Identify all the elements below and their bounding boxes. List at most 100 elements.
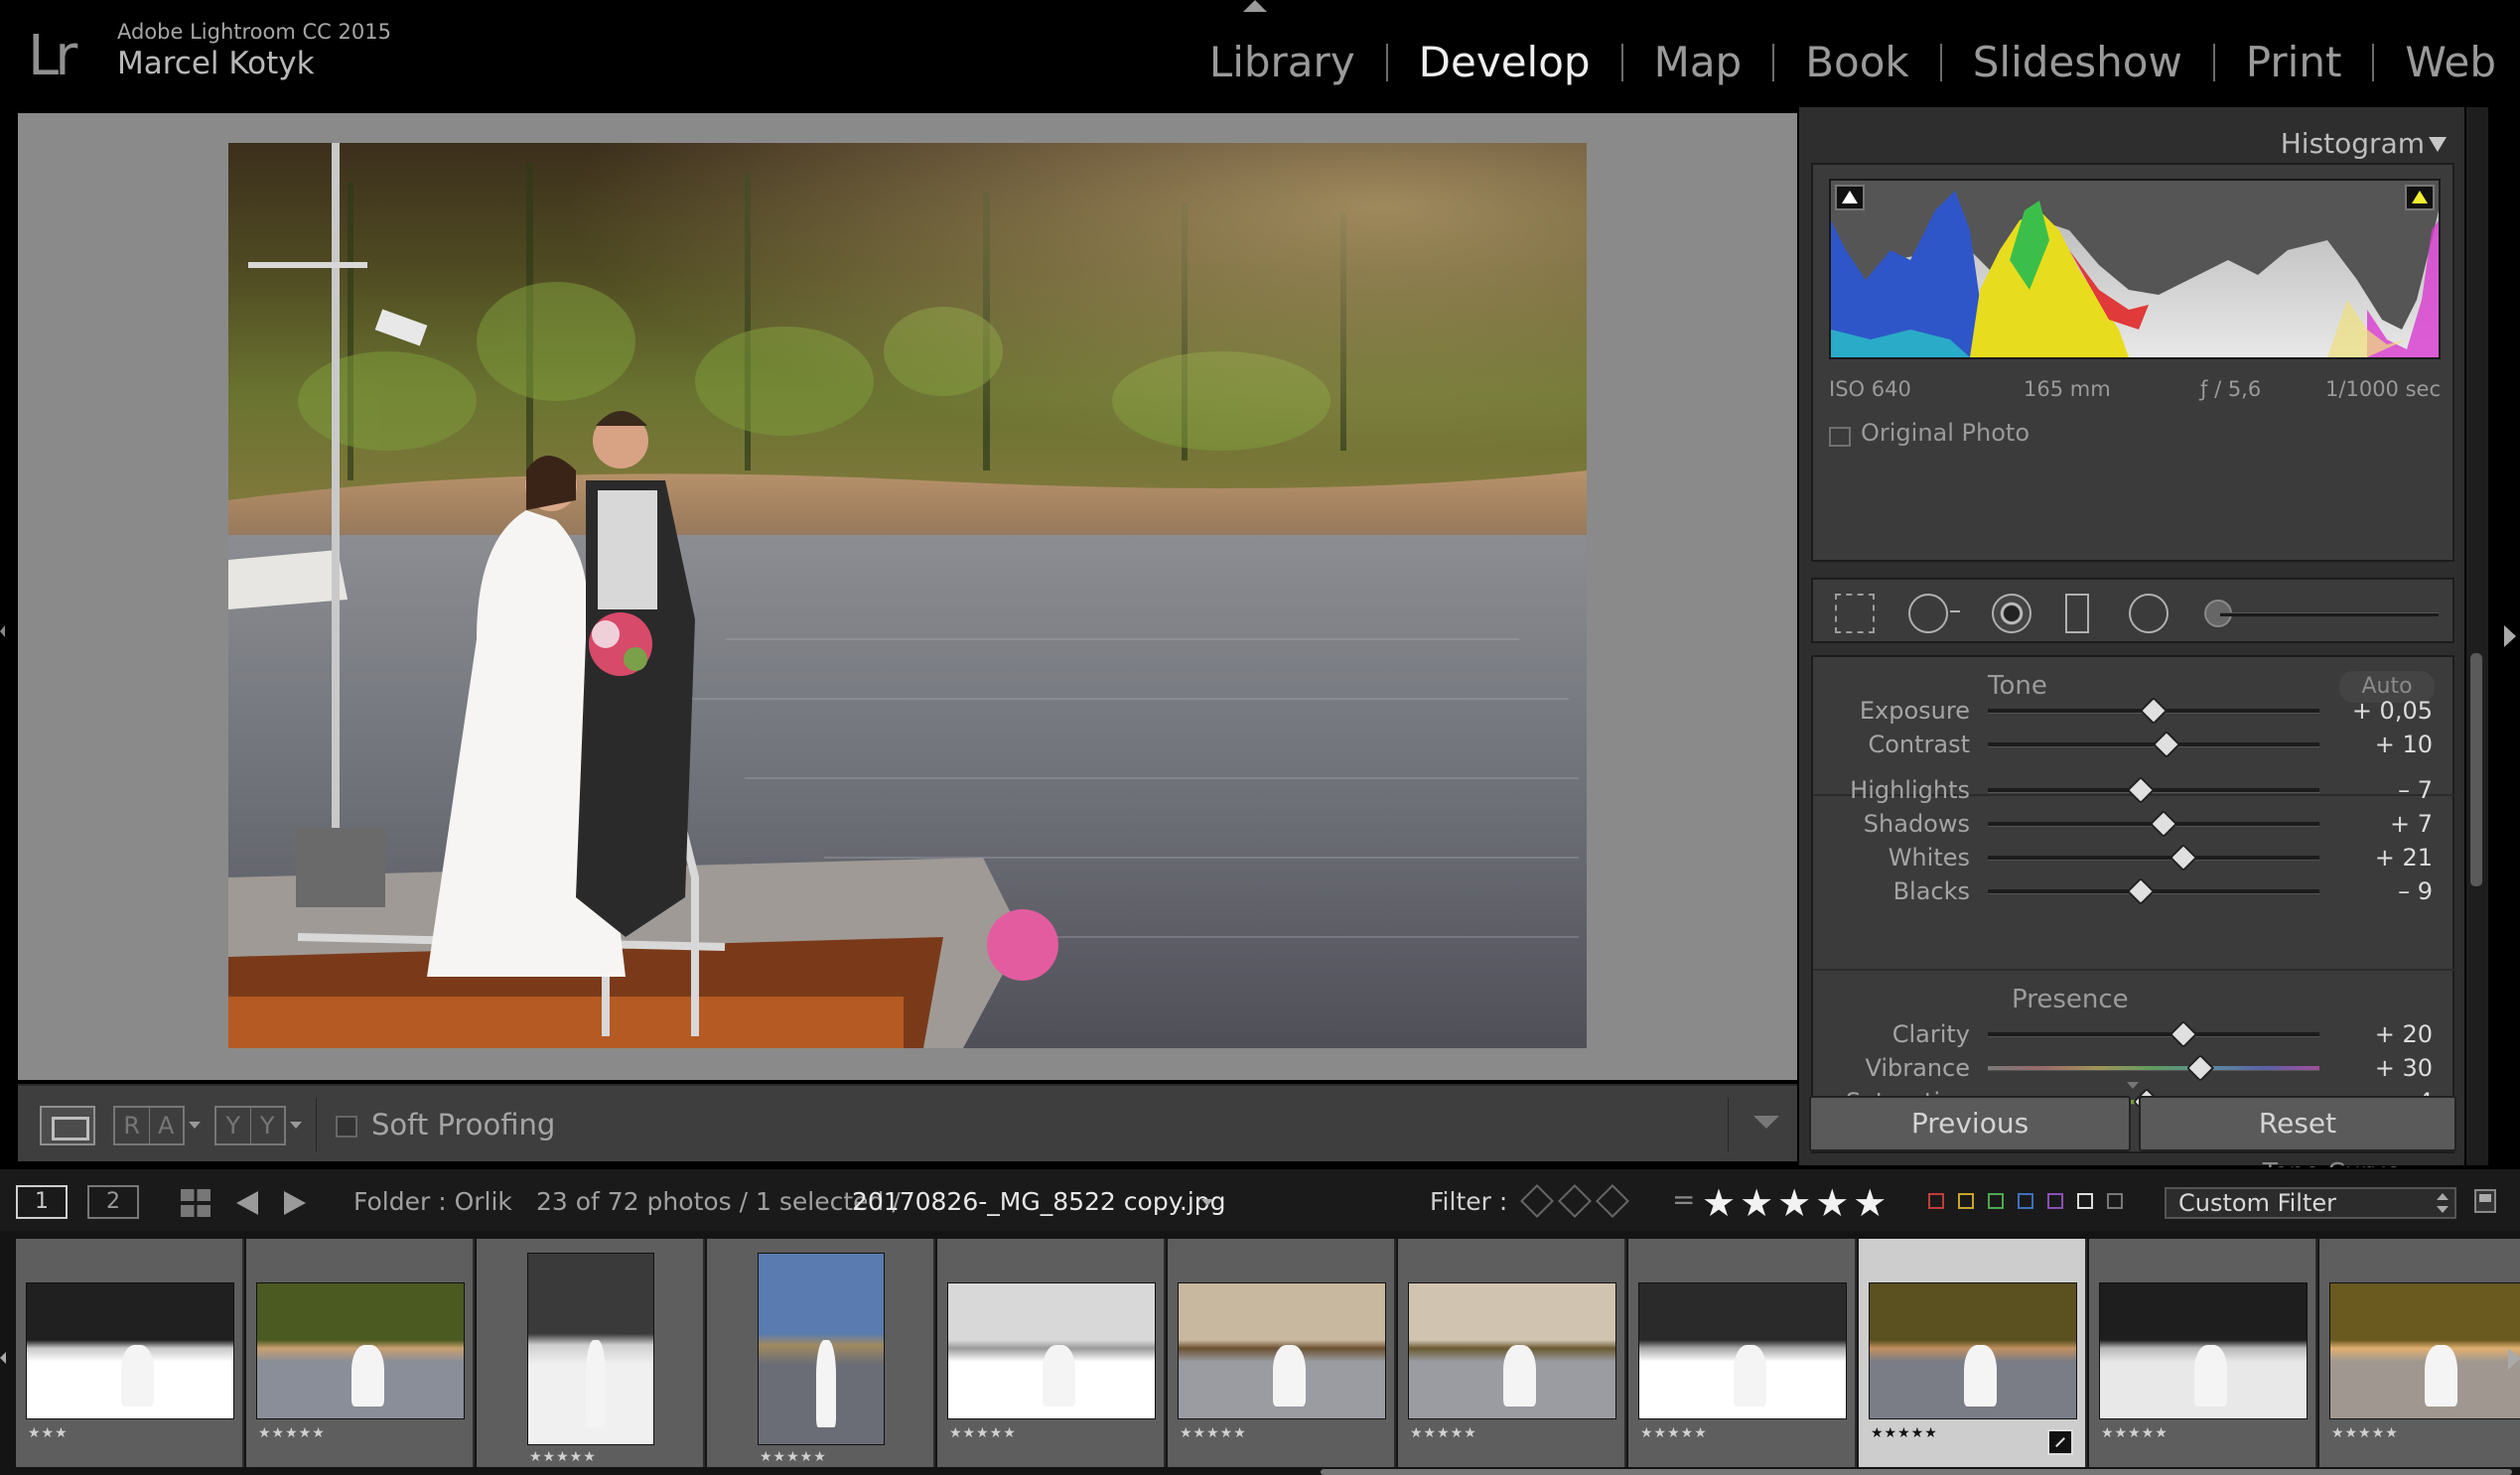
module-map[interactable]: Map <box>1650 38 1747 86</box>
selected-filename[interactable]: 20170826-_MG_8522 copy.jpg <box>852 1187 1226 1216</box>
radial-filter-icon[interactable] <box>2129 594 2169 633</box>
before-after-dropdown-icon[interactable] <box>189 1122 201 1129</box>
top-panel-toggle-icon[interactable] <box>1243 0 1267 12</box>
highlight-clipping-icon[interactable] <box>2405 185 2435 210</box>
tone-curve-panel-header[interactable]: Tone Curve <box>1799 1153 2464 1167</box>
contrast-slider-thumb[interactable] <box>2153 730 2181 759</box>
module-library[interactable]: Library <box>1205 38 1359 86</box>
vibrance-value[interactable]: + 30 <box>2375 1054 2433 1082</box>
graduated-filter-icon[interactable] <box>2065 594 2089 633</box>
before-after-swap-dropdown-icon[interactable] <box>290 1122 302 1129</box>
red-eye-correction-icon[interactable] <box>1992 594 2031 633</box>
crop-overlay-icon[interactable] <box>1835 594 1875 633</box>
filmstrip-thumbnail[interactable]: ★★★★★ <box>2089 1239 2317 1467</box>
color-label-filter-7[interactable] <box>2107 1193 2123 1209</box>
module-develop[interactable]: Develop <box>1415 38 1595 86</box>
custom-filter-select[interactable]: Custom Filter <box>2165 1187 2456 1219</box>
rating-filter-stars[interactable]: ★★★★★ <box>1702 1181 1890 1225</box>
back-arrow-icon[interactable] <box>236 1191 258 1215</box>
color-label-filter-3[interactable] <box>1988 1193 2004 1209</box>
secondary-window-button[interactable]: 2 <box>87 1185 139 1219</box>
thumbnail-couple <box>120 1345 155 1408</box>
color-label-filter-5[interactable] <box>2047 1193 2063 1209</box>
main-photo[interactable] <box>228 143 1587 1048</box>
panel-end-mark-icon <box>2127 1082 2139 1089</box>
flag-unflagged-filter-icon[interactable] <box>1558 1184 1592 1218</box>
blacks-value[interactable]: – 9 <box>2398 877 2433 905</box>
blacks-slider-thumb[interactable] <box>2126 876 2155 906</box>
exposure-value[interactable]: + 0,05 <box>2352 697 2433 725</box>
custom-filter-value: Custom Filter <box>2178 1189 2337 1217</box>
filmstrip-thumbnail[interactable]: ★★★★★ <box>707 1239 935 1467</box>
shadow-clipping-icon[interactable] <box>1835 185 1865 210</box>
filmstrip-thumbnail[interactable]: ★★★★★ <box>937 1239 1166 1467</box>
thumbnail-rating: ★★★★★ <box>1640 1425 1708 1441</box>
filmstrip-thumbnail[interactable]: ★★★ <box>16 1239 244 1467</box>
color-label-filter-1[interactable] <box>1928 1193 1944 1209</box>
filmstrip-thumbnail[interactable]: ★★★★★ <box>1628 1239 1857 1467</box>
before-after-left-right-button[interactable]: R A <box>113 1106 185 1145</box>
thumbnail-image <box>758 1253 885 1445</box>
thumbnail-couple <box>1963 1345 1998 1408</box>
left-panel-toggle-icon[interactable] <box>0 625 5 637</box>
filmstrip-thumbnail[interactable]: ★★★★★ <box>1168 1239 1396 1467</box>
whites-slider-track[interactable] <box>1988 856 2319 861</box>
histogram-header[interactable]: Histogram <box>1799 115 2464 161</box>
clarity-slider-thumb[interactable] <box>2169 1019 2198 1049</box>
filmstrip-scroll-right-icon[interactable] <box>2508 1348 2520 1370</box>
filename-dropdown-icon[interactable] <box>1201 1199 1213 1206</box>
filmstrip-thumbnail[interactable]: ★★★★★ <box>2319 1239 2520 1467</box>
vibrance-label: Vibrance <box>1865 1054 1970 1082</box>
whites-slider-thumb[interactable] <box>2169 843 2198 872</box>
module-print[interactable]: Print <box>2242 38 2346 86</box>
previous-button[interactable]: Previous <box>1809 1096 2131 1151</box>
module-web[interactable]: Web <box>2401 38 2500 86</box>
clarity-value[interactable]: + 20 <box>2375 1020 2433 1048</box>
develop-settings-badge-icon[interactable] <box>2047 1429 2073 1455</box>
reset-button[interactable]: Reset <box>2139 1096 2456 1151</box>
before-after-top-bottom-button[interactable]: Y Y <box>214 1106 286 1145</box>
vibrance-slider-thumb[interactable] <box>2185 1053 2214 1083</box>
contrast-value[interactable]: + 10 <box>2375 731 2433 758</box>
highlights-value[interactable]: – 7 <box>2398 776 2433 804</box>
filter-lock-icon[interactable] <box>2474 1189 2496 1213</box>
grid-view-icon[interactable] <box>181 1189 210 1217</box>
module-slideshow[interactable]: Slideshow <box>1969 38 2186 86</box>
toolbar-content-dropdown-icon[interactable] <box>1753 1116 1779 1129</box>
soft-proofing-checkbox[interactable] <box>336 1116 357 1138</box>
module-book[interactable]: Book <box>1801 38 1913 86</box>
folder-source[interactable]: Folder : Orlik <box>353 1187 512 1216</box>
highlights-slider-thumb[interactable] <box>2126 775 2155 805</box>
main-window-button[interactable]: 1 <box>16 1185 68 1219</box>
shadows-value[interactable]: + 7 <box>2390 810 2433 838</box>
exposure-slider-thumb[interactable] <box>2139 696 2169 726</box>
histogram-collapse-icon[interactable] <box>2429 137 2447 152</box>
vibrance-slider-track[interactable] <box>1988 1066 2319 1071</box>
rating-operator[interactable]: = <box>1672 1183 1695 1216</box>
right-panel-toggle-icon[interactable] <box>2504 625 2516 647</box>
color-label-filter-6[interactable] <box>2077 1193 2093 1209</box>
clarity-slider-track[interactable] <box>1988 1032 2319 1037</box>
color-label-filter-4[interactable] <box>2018 1193 2033 1209</box>
filmstrip-thumbnail[interactable]: ★★★★★ <box>1398 1239 1626 1467</box>
filmstrip-thumbnail[interactable]: ★★★★★ <box>1859 1239 2087 1467</box>
shadows-slider-thumb[interactable] <box>2149 809 2178 839</box>
filmstrip-scrollbar[interactable] <box>1321 1469 2512 1475</box>
filmstrip-scroll-left-icon[interactable] <box>0 1352 6 1364</box>
original-photo-checkbox[interactable] <box>1829 427 1851 447</box>
scrollbar-thumb[interactable] <box>2470 653 2482 886</box>
develop-tool-strip <box>1811 578 2454 643</box>
filmstrip-thumbnail[interactable]: ★★★★★ <box>477 1239 705 1467</box>
flag-picked-filter-icon[interactable] <box>1520 1184 1554 1218</box>
right-panel-scrollbar[interactable] <box>2466 107 2488 1165</box>
spot-removal-icon[interactable] <box>1908 594 1960 633</box>
flag-rejected-filter-icon[interactable] <box>1596 1184 1629 1218</box>
filmstrip-thumbnail[interactable]: ★★★★★ <box>246 1239 475 1467</box>
forward-arrow-icon[interactable] <box>284 1191 306 1215</box>
whites-value[interactable]: + 21 <box>2375 844 2433 872</box>
loupe-view-icon[interactable] <box>40 1106 95 1145</box>
histogram-graph[interactable] <box>1829 179 2441 359</box>
image-view[interactable] <box>18 113 1797 1080</box>
thumbnail-couple <box>585 1340 607 1427</box>
color-label-filter-2[interactable] <box>1958 1193 1974 1209</box>
